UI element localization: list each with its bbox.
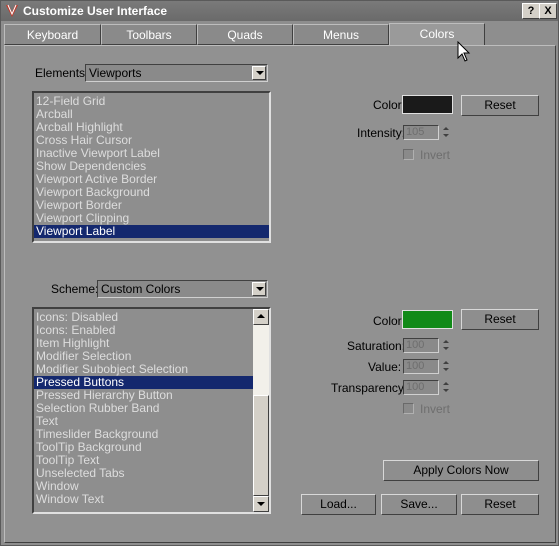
elements-label: Elements: [35, 66, 89, 80]
tab-toolbars[interactable]: Toolbars [101, 24, 197, 45]
apply-colors-button[interactable]: Apply Colors Now [383, 460, 539, 481]
spinner-down-icon[interactable] [442, 388, 451, 395]
customize-ui-window: Customize User Interface ? X Keyboard To… [0, 0, 559, 546]
value-spinner[interactable] [442, 359, 451, 374]
title-bar[interactable]: Customize User Interface ? X [1, 1, 558, 21]
scheme-invert-label: Invert [420, 402, 451, 416]
tab-strip: Keyboard Toolbars Quads Menus Colors [4, 23, 556, 46]
elements-invert-checkbox[interactable] [403, 149, 414, 160]
tab-quads[interactable]: Quads [197, 24, 293, 45]
scheme-color-swatch[interactable] [402, 310, 453, 329]
spinner-up-icon[interactable] [442, 338, 451, 345]
elements-list-item[interactable]: Viewport Label [34, 225, 269, 238]
scheme-list-item[interactable]: Window Text [34, 493, 253, 506]
close-button[interactable]: X [539, 3, 557, 19]
scheme-dropdown-value: Custom Colors [101, 282, 181, 296]
transparency-field[interactable]: 100 [403, 380, 439, 395]
reset-button[interactable]: Reset [461, 494, 539, 515]
intensity-field[interactable]: 105 [403, 125, 439, 140]
scroll-down-icon[interactable] [253, 496, 269, 512]
tab-menus[interactable]: Menus [293, 24, 389, 45]
tab-keyboard[interactable]: Keyboard [4, 24, 101, 45]
window-title: Customize User Interface [23, 4, 168, 18]
spinner-up-icon[interactable] [442, 359, 451, 366]
intensity-spinner[interactable] [442, 125, 451, 140]
app-logo-icon [6, 4, 18, 17]
transparency-value: 100 [406, 381, 425, 393]
elements-dropdown[interactable]: Viewports [85, 64, 268, 82]
elements-color-swatch[interactable] [402, 95, 453, 114]
scheme-dropdown[interactable]: Custom Colors [97, 280, 268, 298]
saturation-value: 100 [406, 339, 425, 351]
spinner-down-icon[interactable] [442, 346, 451, 353]
scrollbar-thumb[interactable] [253, 395, 269, 496]
elements-dropdown-value: Viewports [89, 66, 142, 80]
load-button[interactable]: Load... [301, 494, 376, 515]
scheme-list[interactable]: Icons: Disabled Icons: Enabled Item Highli… [32, 307, 271, 514]
scheme-invert-checkbox[interactable] [403, 403, 414, 414]
spinner-down-icon[interactable] [442, 133, 451, 140]
value-label: Value: [368, 360, 402, 374]
mouse-pointer-icon [457, 41, 471, 62]
scheme-list-item[interactable]: Selection Rubber Band [34, 402, 253, 415]
spinner-down-icon[interactable] [442, 367, 451, 374]
elements-reset-button[interactable]: Reset [461, 95, 539, 116]
chevron-down-icon[interactable] [252, 66, 266, 80]
transparency-label: Transparency: [331, 381, 408, 395]
saturation-label: Saturation: [347, 339, 406, 353]
scheme-list-scrollbar[interactable] [253, 309, 269, 512]
intensity-value: 105 [406, 126, 425, 138]
save-button[interactable]: Save... [381, 494, 457, 515]
scroll-up-icon[interactable] [253, 309, 269, 325]
scheme-label: Scheme: [51, 282, 99, 296]
elements-list[interactable]: 12-Field Grid Arcball Arcball Highlight Cro… [32, 91, 271, 243]
help-button[interactable]: ? [522, 3, 540, 19]
spinner-up-icon[interactable] [442, 125, 451, 132]
chevron-down-icon[interactable] [252, 282, 266, 296]
colors-panel: Elements: Viewports 12-Field Grid Arcball… [4, 45, 556, 543]
saturation-spinner[interactable] [442, 338, 451, 353]
scheme-reset-button[interactable]: Reset [461, 309, 539, 330]
value-field[interactable]: 100 [403, 359, 439, 374]
elements-invert-label: Invert [420, 148, 451, 162]
elements-color-label: Color: [373, 98, 406, 112]
saturation-field[interactable]: 100 [403, 338, 439, 353]
value-value: 100 [406, 360, 425, 372]
scheme-color-label: Color: [373, 314, 406, 328]
intensity-label: Intensity: [357, 126, 406, 140]
spinner-up-icon[interactable] [442, 380, 451, 387]
transparency-spinner[interactable] [442, 380, 451, 395]
